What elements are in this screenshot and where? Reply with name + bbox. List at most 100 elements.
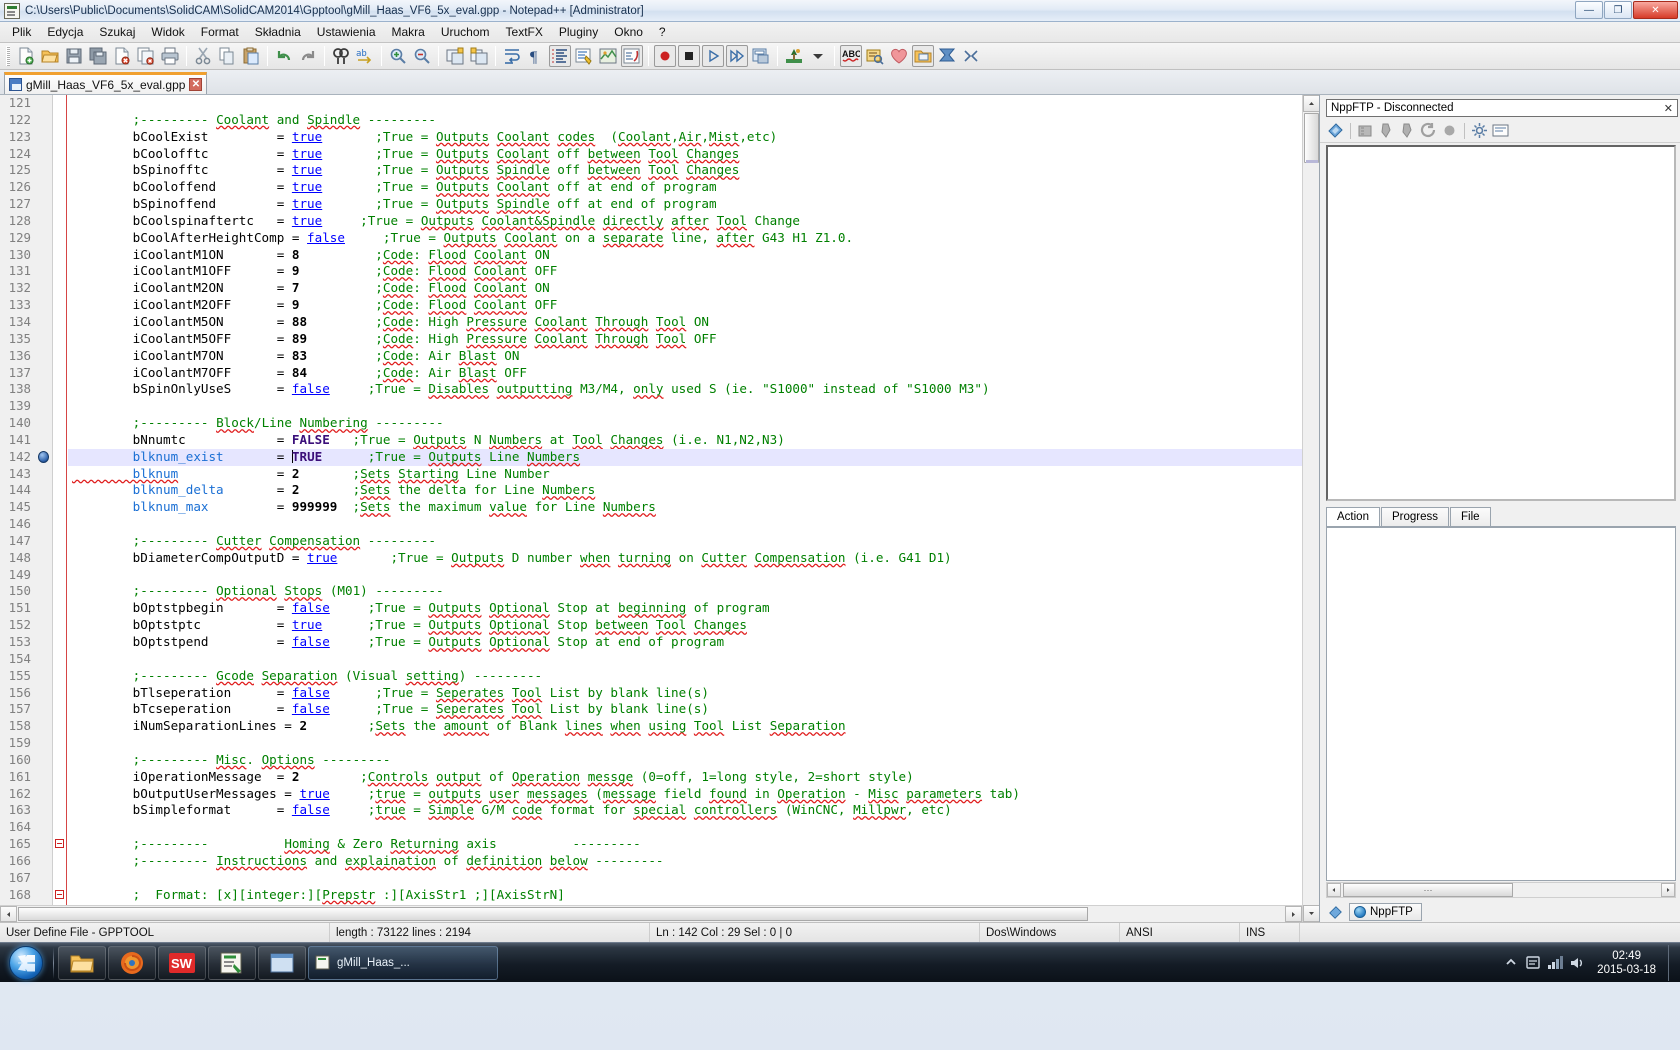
code-line[interactable]: 127 bSpinoffend = true ;True = Outputs S… <box>0 196 1302 213</box>
fold-gutter[interactable] <box>52 263 66 281</box>
hex-editor-icon[interactable] <box>936 45 958 67</box>
code-line[interactable]: 124 bCoolofftc = true ;True = Outputs Co… <box>0 145 1302 163</box>
code-line[interactable]: 150 ;--------- Optional Stops (M01) ----… <box>0 583 1302 601</box>
menu-item-makra[interactable]: Makra <box>384 23 433 41</box>
fold-gutter[interactable] <box>52 347 66 365</box>
bookmark-gutter[interactable] <box>36 196 52 213</box>
code-line[interactable]: 161 iOperationMessage = 2 ;Controls outp… <box>0 768 1302 786</box>
code-line[interactable]: 159 <box>0 735 1302 752</box>
word-wrap-icon[interactable] <box>501 45 523 67</box>
bookmark-gutter[interactable] <box>36 229 52 247</box>
spellcheck-icon[interactable]: ABC <box>840 45 862 67</box>
undo-icon[interactable] <box>273 45 295 67</box>
fold-gutter[interactable] <box>52 617 66 634</box>
fold-gutter[interactable] <box>52 499 66 517</box>
fold-gutter[interactable] <box>52 465 66 483</box>
bookmark-gutter[interactable] <box>36 95 52 112</box>
menu-item-plik[interactable]: Plik <box>4 23 39 41</box>
menu-item-textfx[interactable]: TextFX <box>498 23 551 41</box>
bookmark-gutter[interactable] <box>36 667 52 685</box>
save-all-icon[interactable] <box>87 45 109 67</box>
bookmark-gutter[interactable] <box>36 347 52 365</box>
bookmark-gutter[interactable] <box>36 465 52 483</box>
favorite-icon[interactable] <box>888 45 910 67</box>
bookmark-gutter[interactable] <box>36 751 52 769</box>
bookmark-gutter[interactable] <box>36 532 52 550</box>
record-macro-icon[interactable] <box>654 45 676 67</box>
fold-gutter[interactable] <box>52 381 66 399</box>
vscroll-up-arrow[interactable] <box>1303 95 1319 112</box>
fold-gutter[interactable] <box>52 785 66 803</box>
fold-gutter[interactable] <box>52 95 66 112</box>
bookmark-gutter[interactable] <box>36 297 52 314</box>
code-editor[interactable]: 121 122 ;--------- Coolant and Spindle --… <box>0 95 1302 905</box>
play-multiple-macro-icon[interactable] <box>726 45 748 67</box>
code-line[interactable]: 121 <box>0 95 1302 112</box>
print-icon[interactable] <box>159 45 181 67</box>
menu-item-skadnia[interactable]: Składnia <box>247 23 309 41</box>
bookmark-gutter[interactable] <box>36 634 52 651</box>
show-desktop-button[interactable] <box>1668 945 1674 981</box>
bookmark-gutter[interactable] <box>36 718 52 736</box>
textfx-icon[interactable] <box>864 45 886 67</box>
menu-item-szukaj[interactable]: Szukaj <box>91 23 143 41</box>
compare-icon[interactable] <box>960 45 982 67</box>
fold-collapse-icon[interactable] <box>55 889 64 899</box>
code-line[interactable]: 123 bCoolExist = true ;True = Outputs Co… <box>0 128 1302 146</box>
editor-horizontal-scrollbar[interactable] <box>0 905 1302 922</box>
code-line[interactable]: 145 blknum_max = 999999 ;Sets the maximu… <box>0 499 1302 517</box>
code-line[interactable]: 131 iCoolantM1OFF = 9 ;Code: Flood Coola… <box>0 263 1302 281</box>
fold-gutter[interactable] <box>52 836 66 853</box>
zoom-out-icon[interactable] <box>411 45 433 67</box>
fold-gutter[interactable] <box>52 330 66 348</box>
bookmark-gutter[interactable] <box>36 566 52 584</box>
clock[interactable]: 02:49 2015-03-18 <box>1591 949 1662 977</box>
fold-gutter[interactable] <box>52 431 66 449</box>
bookmark-gutter[interactable] <box>36 600 52 618</box>
fold-gutter[interactable] <box>52 532 66 550</box>
taskbar-explorer[interactable] <box>58 945 106 980</box>
bookmark-gutter[interactable] <box>36 869 52 887</box>
fold-gutter[interactable] <box>52 735 66 752</box>
code-line[interactable]: 156 bTlseperation = false ;True = Sepera… <box>0 684 1302 702</box>
bookmark-gutter[interactable] <box>36 785 52 803</box>
fold-gutter[interactable] <box>52 415 66 432</box>
taskbar-other[interactable] <box>258 945 306 980</box>
run-icon[interactable] <box>783 45 805 67</box>
replace-icon[interactable]: ab <box>354 45 376 67</box>
bookmark-gutter[interactable] <box>36 583 52 601</box>
bookmark-gutter[interactable] <box>36 330 52 348</box>
bookmark-gutter[interactable] <box>36 263 52 281</box>
nppftp-close-icon[interactable]: ✕ <box>1664 102 1673 115</box>
messages-icon[interactable] <box>1491 121 1510 140</box>
code-line[interactable]: 155 ;--------- Gcode Separation (Visual … <box>0 667 1302 685</box>
bookmark-gutter[interactable] <box>36 313 52 331</box>
bookmark-gutter[interactable] <box>36 802 52 820</box>
sync-vertical-icon[interactable] <box>444 45 466 67</box>
menu-item-pluginy[interactable]: Pluginy <box>551 23 606 41</box>
code-line[interactable]: 162 bOutputUserMessages = true ;true = o… <box>0 785 1302 803</box>
fold-gutter[interactable] <box>52 650 66 668</box>
indent-guide-icon[interactable] <box>549 45 571 67</box>
zoom-in-icon[interactable] <box>387 45 409 67</box>
fold-gutter[interactable] <box>52 802 66 820</box>
fold-gutter[interactable] <box>52 297 66 314</box>
paste-icon[interactable] <box>240 45 262 67</box>
nppftp-log-hscroll[interactable]: ⋯ <box>1326 882 1676 898</box>
fold-gutter[interactable] <box>52 600 66 618</box>
bookmark-gutter[interactable] <box>36 128 52 146</box>
fold-gutter[interactable] <box>52 128 66 146</box>
fold-gutter[interactable] <box>52 684 66 702</box>
bookmark-gutter[interactable] <box>36 617 52 634</box>
bookmark-gutter[interactable] <box>36 852 52 870</box>
code-line[interactable]: 132 iCoolantM2ON = 7 ;Code: Flood Coolan… <box>0 280 1302 298</box>
nppftp-tab-file[interactable]: File <box>1450 507 1491 526</box>
menu-item-uruchom[interactable]: Uruchom <box>433 23 498 41</box>
volume-icon[interactable] <box>1569 955 1585 971</box>
fold-gutter[interactable] <box>52 516 66 533</box>
code-line[interactable]: 140 ;--------- Block/Line Numbering ----… <box>0 415 1302 432</box>
fold-gutter[interactable] <box>52 583 66 601</box>
fold-collapse-icon[interactable] <box>55 839 64 849</box>
find-icon[interactable] <box>330 45 352 67</box>
code-line[interactable]: 138 bSpinOnlyUseS = false ;True = Disabl… <box>0 381 1302 399</box>
